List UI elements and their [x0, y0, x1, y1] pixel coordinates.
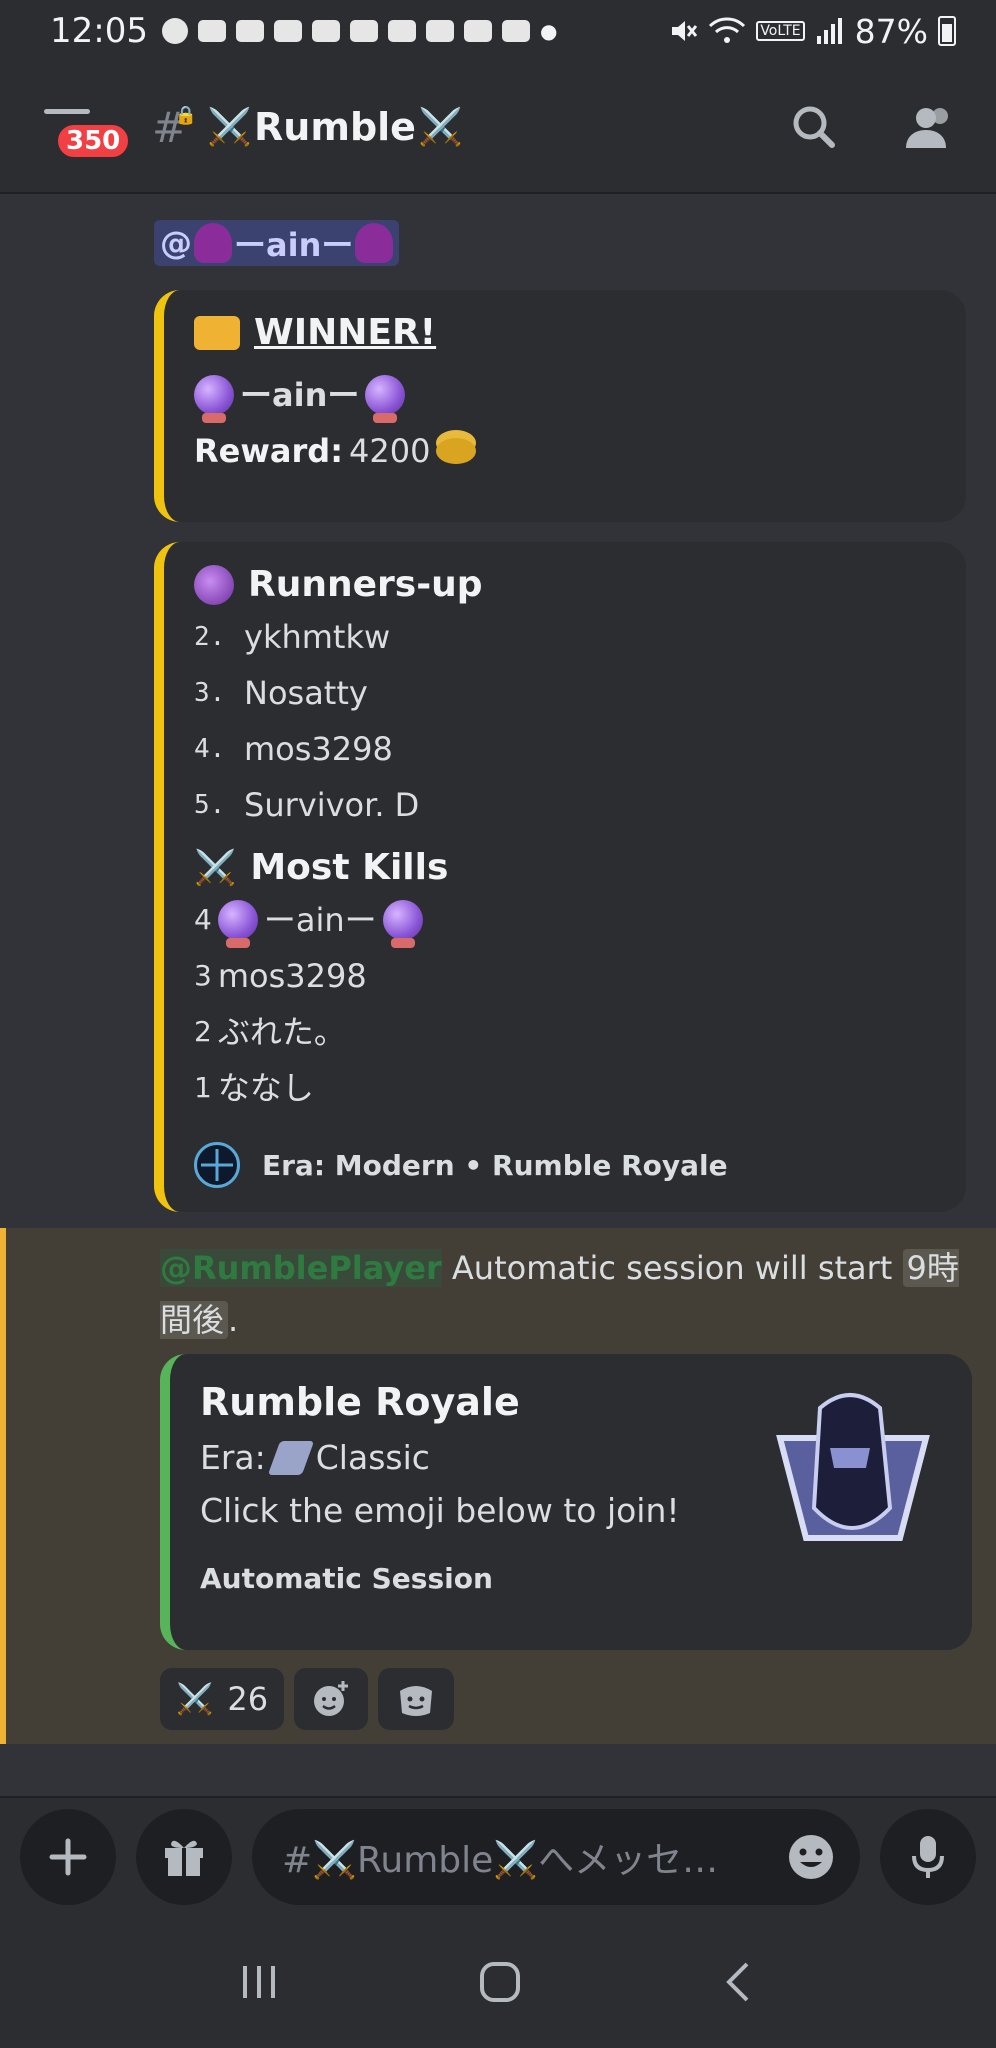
results-embed: Runners-up 2. ykhmtkw 3. Nosatty 4. mos3298…: [154, 542, 966, 1212]
crosshair-icon: [194, 1142, 240, 1188]
emoji-picker-icon[interactable]: [786, 1832, 836, 1882]
discord-icon: [197, 20, 226, 42]
volte-badge: VoLTE: [756, 21, 805, 41]
system-status: VoLTE 87%: [668, 12, 956, 51]
channel-title[interactable]: ⚔️ Rumble ⚔️: [207, 105, 463, 149]
reaction-bar: ⚔️ 26: [160, 1668, 455, 1730]
list-item: 2 ぶれた。: [194, 1013, 346, 1051]
crystal-ball-icon: [194, 375, 234, 423]
discord-icon: [235, 20, 264, 42]
crown-icon: [194, 315, 240, 350]
message-composer: #⚔️Rumble⚔️へメッセ…: [0, 1796, 996, 1916]
home-icon[interactable]: [476, 1958, 524, 2006]
discord-icon: [387, 20, 416, 42]
list-item: 1 ななし: [194, 1069, 314, 1107]
swords-icon: ⚔️: [194, 847, 237, 888]
lock-icon: 🔒: [174, 104, 198, 126]
swords-reaction[interactable]: ⚔️ 26: [160, 1668, 285, 1730]
notification-icons: ●: [161, 18, 558, 44]
mentioned-message[interactable]: @RumblePlayer Automatic session will sta…: [0, 1228, 996, 1744]
list-item: 4. mos3298: [194, 730, 393, 768]
swords-icon: ⚔️: [207, 107, 253, 148]
crystal-ball-icon: [365, 375, 406, 423]
list-item: 3. Nosatty: [194, 674, 368, 712]
add-super-reaction-button[interactable]: [378, 1668, 455, 1730]
session-embed: Rumble Royale Era: Classic Click the emo…: [160, 1354, 972, 1650]
plus-icon: [49, 1838, 87, 1876]
search-icon[interactable]: [790, 103, 838, 151]
list-item: 4 ーainー: [194, 896, 936, 948]
battery-icon: [938, 16, 956, 46]
swords-icon: ⚔️: [176, 1681, 214, 1717]
discord-icon: [463, 20, 492, 42]
embed-footer: Automatic Session: [200, 1562, 493, 1595]
most-kills-list: 4 ーainー 3 mos3298 2 ぶれた。 1 ななし: [194, 896, 936, 1112]
message-list[interactable]: @ ーainー WINNER! ーainー Reward: 4200 Runne…: [0, 196, 996, 1796]
reward-row: Reward: 4200: [194, 427, 936, 475]
more-dot-icon: ●: [539, 19, 558, 43]
swords-icon: ⚔️: [417, 107, 463, 148]
battery-percent: 87%: [854, 11, 928, 51]
list-item: 5. Survivor. D: [194, 786, 420, 824]
microphone-icon: [912, 1836, 944, 1878]
members-icon[interactable]: [904, 104, 956, 150]
reaction-count: 26: [227, 1680, 269, 1718]
channel-name: Rumble: [254, 105, 416, 149]
gem-icon: [194, 564, 234, 605]
embed-footer: Era: Modern • Rumble Royale: [194, 1142, 936, 1188]
winner-title: WINNER!: [194, 312, 936, 353]
discord-icon: [273, 20, 302, 42]
quill-icon: [267, 1440, 314, 1475]
runners-up-list: 2. ykhmtkw 3. Nosatty 4. mos3298 5. Survivor…: [194, 613, 936, 829]
list-item: 2. ykhmtkw: [194, 618, 391, 656]
knight-helmet-icon: [776, 1393, 930, 1541]
user-mention[interactable]: @RumblePlayer: [160, 1249, 442, 1287]
line-app-icon: [161, 18, 188, 44]
list-item: 3 mos3298: [194, 957, 367, 995]
discord-icon: [349, 20, 378, 42]
add-reaction-icon: [314, 1681, 349, 1716]
message-text: @RumblePlayer Automatic session will sta…: [160, 1249, 959, 1339]
back-icon[interactable]: [719, 1958, 759, 2006]
attach-button[interactable]: [20, 1809, 116, 1905]
crystal-ball-icon: [217, 900, 258, 948]
voice-message-button[interactable]: [880, 1809, 976, 1905]
message-input[interactable]: #⚔️Rumble⚔️へメッセ…: [252, 1809, 860, 1905]
discord-icon: [501, 20, 530, 42]
winner-embed: WINNER! ーainー Reward: 4200: [154, 290, 966, 522]
gift-icon: [165, 1840, 203, 1876]
add-reaction-button[interactable]: [294, 1668, 369, 1730]
discord-icon: [425, 20, 454, 42]
recent-apps-icon[interactable]: [237, 1960, 281, 2004]
message-input-placeholder: #⚔️Rumble⚔️へメッセ…: [282, 1840, 719, 1881]
menu-button[interactable]: 350: [40, 97, 133, 161]
most-kills-title: ⚔️ Most Kills: [194, 847, 449, 888]
menu-icon: [44, 109, 90, 114]
mute-icon: [672, 21, 698, 41]
channel-header: 350 # 🔒 ⚔️ Rumble ⚔️: [0, 62, 996, 194]
clock: 12:05: [50, 11, 148, 51]
winner-name-row: ーainー: [194, 371, 936, 423]
crystal-ball-icon: [382, 900, 423, 948]
hooded-figure-icon: [194, 223, 232, 263]
user-mention[interactable]: @ ーainー: [154, 220, 400, 266]
signal-icon: [816, 18, 842, 44]
super-reaction-icon: [400, 1686, 433, 1716]
locked-channel-icon: # 🔒: [152, 102, 198, 152]
gift-button[interactable]: [136, 1809, 232, 1905]
hooded-figure-icon: [355, 223, 394, 263]
coins-icon: [436, 438, 477, 464]
status-bar: 12:05 ● VoLTE 87%: [0, 0, 996, 62]
discord-icon: [311, 20, 340, 42]
runners-up-title: Runners-up: [194, 564, 936, 605]
wifi-icon: [709, 17, 746, 43]
android-nav-bar: [0, 1916, 996, 2048]
unread-badge: 350: [54, 121, 133, 161]
